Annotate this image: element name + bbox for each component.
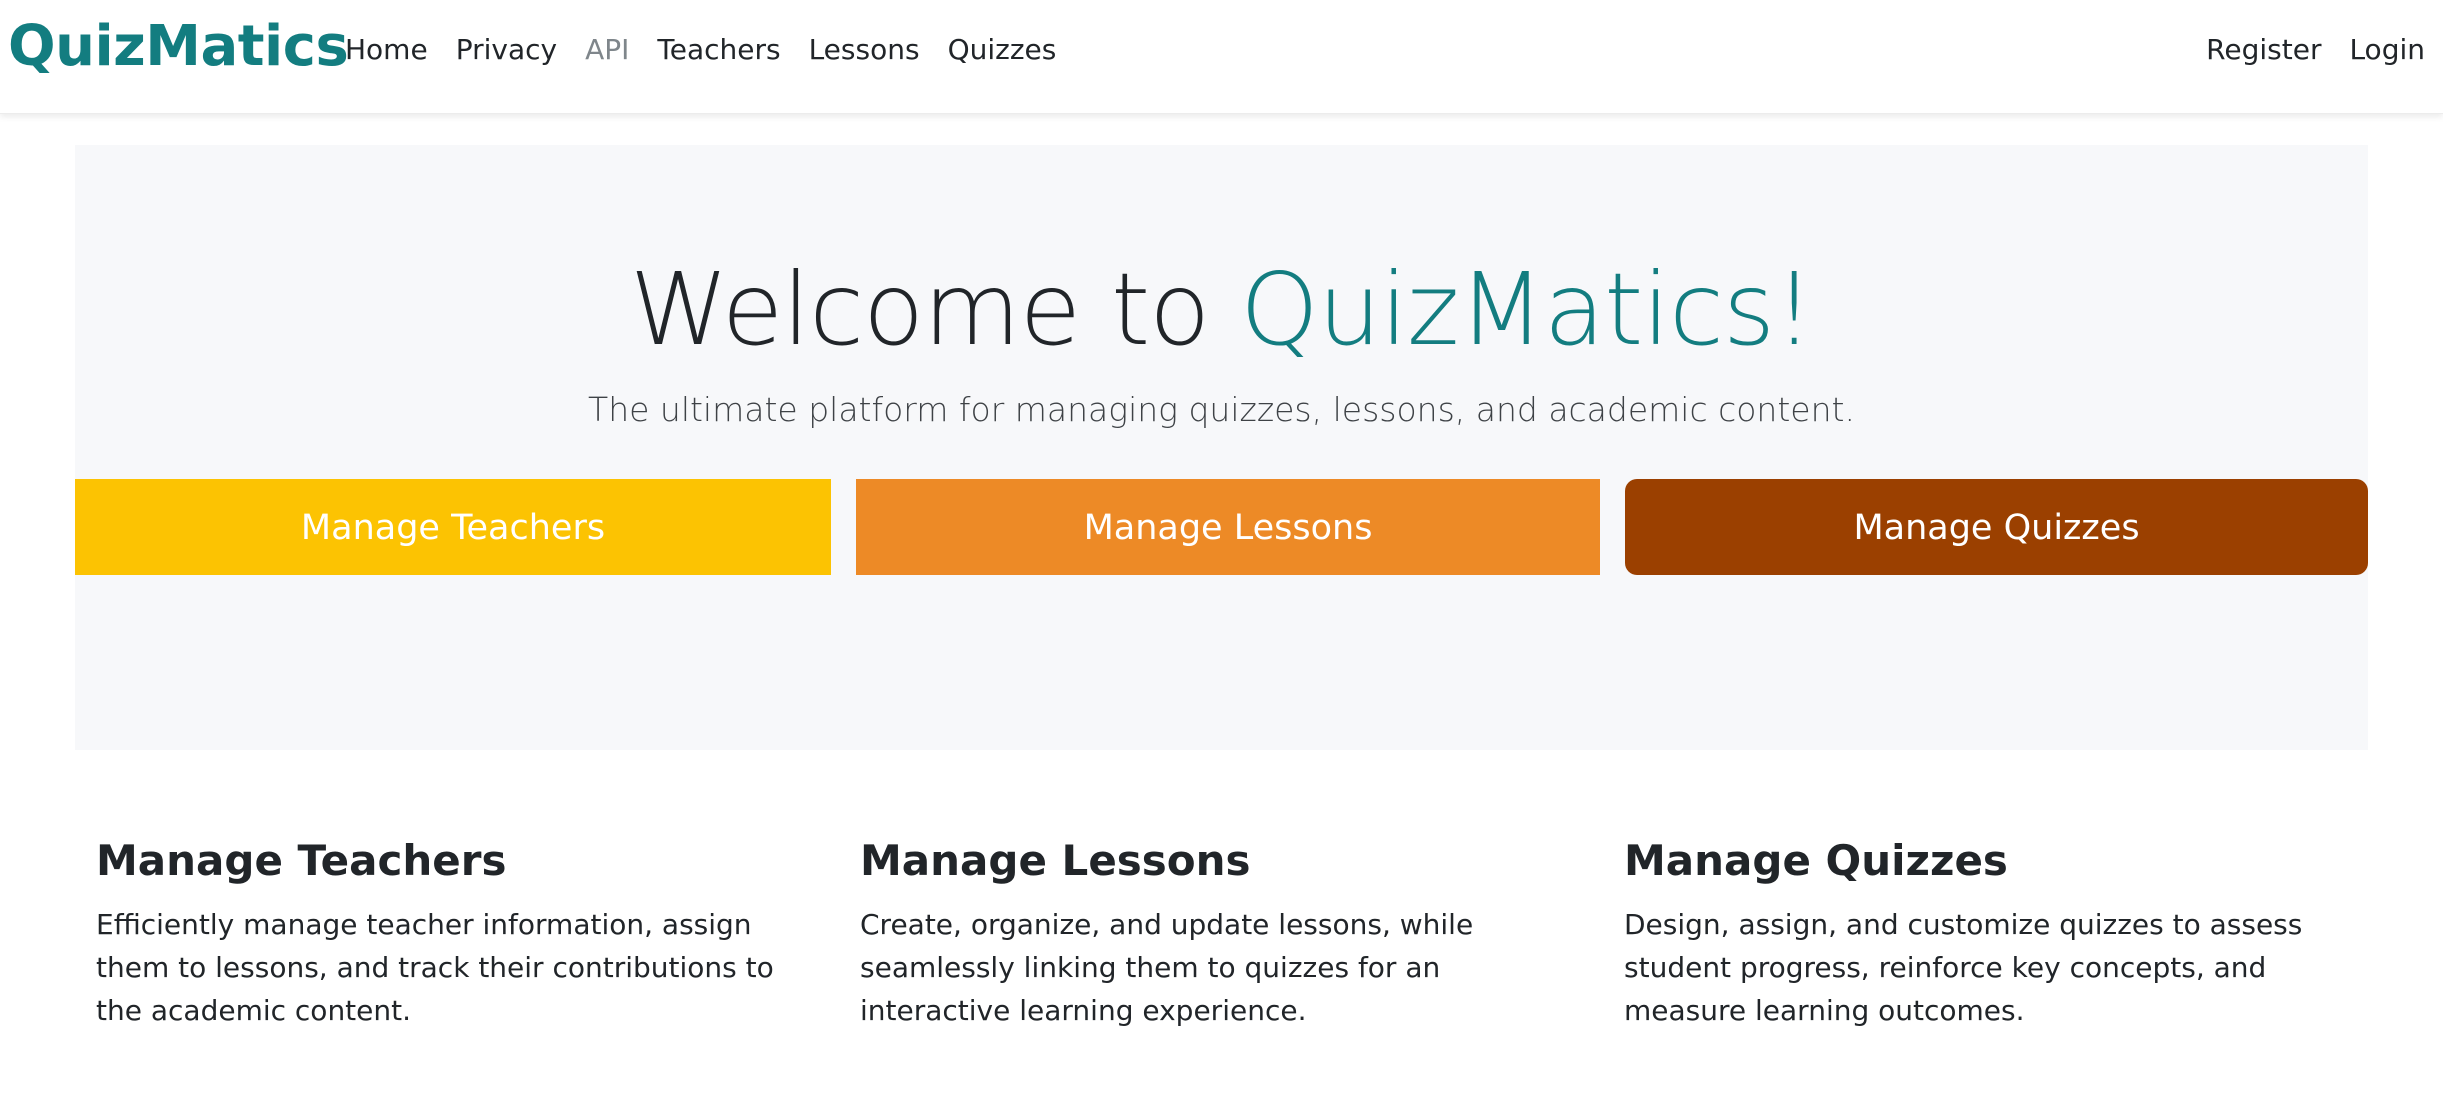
hero-title-accent: QuizMatics! [1240, 251, 1814, 368]
brand-logo[interactable]: QuizMatics [8, 14, 349, 79]
feature-title: Manage Lessons [860, 836, 1251, 885]
feature-title: Manage Quizzes [1624, 836, 2008, 885]
main-nav: Home Privacy API Teachers Lessons Quizze… [345, 32, 1070, 68]
feature-quizzes: Manage Quizzes Design, assign, and custo… [1624, 835, 2324, 1032]
feature-description: Efficiently manage teacher information, … [96, 908, 774, 1027]
manage-teachers-button[interactable]: Manage Teachers [75, 479, 831, 575]
account-nav: Register Login [2192, 32, 2439, 68]
nav-privacy-link[interactable]: Privacy [442, 32, 571, 68]
manage-lessons-button[interactable]: Manage Lessons [856, 479, 1600, 575]
hero-title-prefix: Welcome to [629, 251, 1241, 368]
feature-description: Create, organize, and update lessons, wh… [860, 908, 1474, 1027]
feature-teachers: Manage Teachers Efficiently manage teach… [96, 835, 796, 1032]
hero-section: Welcome to QuizMatics! The ultimate plat… [75, 145, 2368, 750]
hero-subtitle: The ultimate platform for managing quizz… [588, 390, 1855, 429]
nav-home-link[interactable]: Home [345, 32, 442, 68]
nav-teachers-link[interactable]: Teachers [643, 32, 794, 68]
top-navbar: QuizMatics Home Privacy API Teachers Les… [0, 0, 2443, 114]
nav-quizzes-link[interactable]: Quizzes [934, 32, 1071, 68]
manage-quizzes-button[interactable]: Manage Quizzes [1625, 479, 2368, 575]
nav-register-link[interactable]: Register [2192, 32, 2335, 68]
nav-lessons-link[interactable]: Lessons [795, 32, 934, 68]
feature-lessons: Manage Lessons Create, organize, and upd… [860, 835, 1560, 1032]
feature-description: Design, assign, and customize quizzes to… [1624, 908, 2303, 1027]
hero-title: Welcome to QuizMatics! [75, 255, 2368, 365]
feature-title: Manage Teachers [96, 836, 507, 885]
nav-login-link[interactable]: Login [2335, 32, 2439, 68]
nav-api-link[interactable]: API [571, 32, 643, 68]
